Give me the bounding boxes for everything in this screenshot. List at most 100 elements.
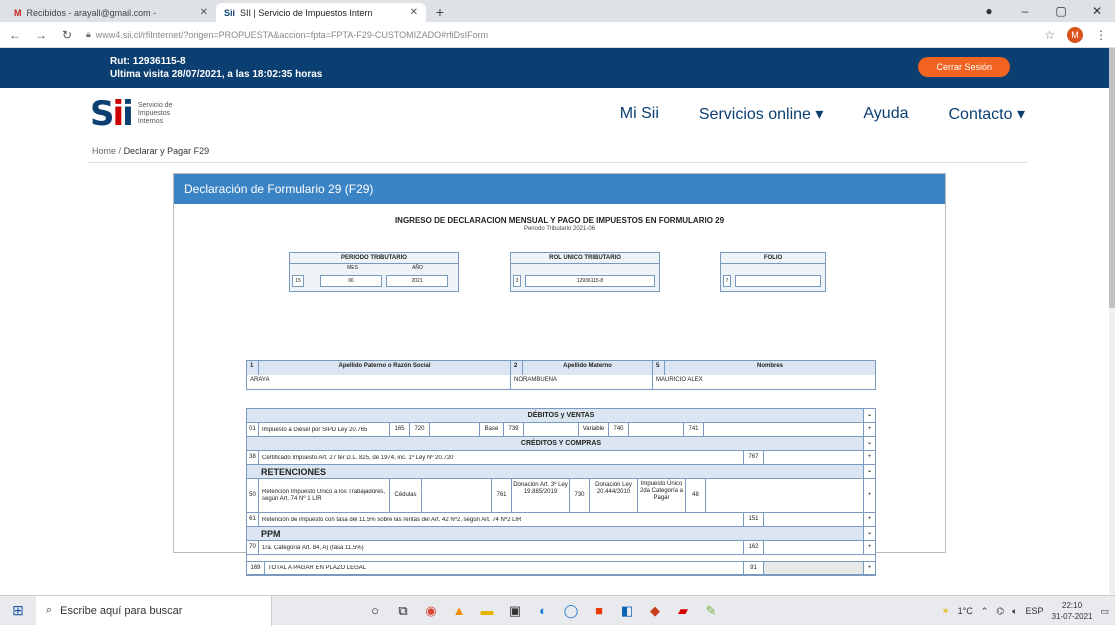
- chevron-down-icon[interactable]: ⌄: [863, 409, 875, 422]
- folio-header: FOLIO: [721, 253, 825, 264]
- network-icon[interactable]: ⌬: [996, 606, 1004, 617]
- close-tab-icon[interactable]: ✕: [200, 7, 208, 18]
- apellido-materno-field[interactable]: NORAMBUENA: [511, 375, 653, 389]
- input-720[interactable]: [429, 423, 479, 436]
- section-ppm[interactable]: PPM ⌄: [247, 527, 875, 541]
- section-retenciones[interactable]: RETENCIONES ⌄: [247, 465, 875, 479]
- sii-favicon-icon: Sii: [224, 8, 235, 18]
- nav-item-contacto[interactable]: Contacto ▾: [948, 104, 1025, 124]
- label-apellido-paterno: Apellido Paterno o Razón Social: [259, 361, 511, 375]
- breadcrumb-separator: /: [119, 146, 122, 156]
- tray-overflow-icon[interactable]: ⌃: [981, 606, 989, 617]
- weather-icon[interactable]: ☀: [942, 606, 950, 617]
- taxpayer-names-table: 1 Apellido Paterno o Razón Social 2 Apel…: [246, 360, 876, 390]
- breadcrumb: Home / Declarar y Pagar F29: [88, 140, 1027, 163]
- input-741[interactable]: [703, 423, 863, 436]
- window-controls: ● – ▢ ✕: [971, 0, 1115, 22]
- section-creditos[interactable]: CRÉDITOS Y COMPRAS ⌄: [247, 437, 875, 451]
- expand-icon[interactable]: +: [863, 562, 875, 574]
- chevron-down-icon[interactable]: ⌄: [863, 465, 875, 478]
- close-tab-icon[interactable]: ✕: [410, 7, 418, 18]
- store-icon[interactable]: ▣: [506, 602, 524, 620]
- outlook-icon[interactable]: ◧: [618, 602, 636, 620]
- input-739[interactable]: [523, 423, 578, 436]
- nombres-field[interactable]: MAURICIO ALEX: [653, 375, 875, 389]
- taskbar-search[interactable]: ⌕ Escribe aquí para buscar: [36, 596, 272, 626]
- folio-box: FOLIO 7: [720, 252, 826, 292]
- sii-logo[interactable]: Sii Servicio de Impuestos Internos: [90, 94, 172, 134]
- task-view-icon[interactable]: ⧉: [394, 602, 412, 620]
- url-field[interactable]: 🔒︎ www4.sii.cl/rfiInternet/?origen=PROPU…: [86, 29, 1032, 40]
- powerpoint-icon[interactable]: ◆: [646, 602, 664, 620]
- browser-tab-gmail[interactable]: M Recibidos - arayall@gmail.com - ✕: [6, 3, 216, 22]
- expand-icon[interactable]: +: [863, 423, 875, 436]
- volume-icon[interactable]: 🔈︎: [1012, 606, 1017, 617]
- pen-icon[interactable]: ✎: [702, 602, 720, 620]
- header-boxes: PERIODO TRIBUTARIO MES AÑO 15 06 2021 RO…: [174, 240, 945, 300]
- rut-field[interactable]: 12936115-8: [525, 275, 655, 287]
- expand-icon[interactable]: +: [863, 513, 875, 526]
- apellido-paterno-field[interactable]: ARAYA: [247, 375, 511, 389]
- browser-tab-sii[interactable]: Sii SII | Servicio de Impuestos Intern ✕: [216, 3, 426, 22]
- line-retencion-unico: 50 Retención Impuesto Único a los Trabaj…: [247, 479, 875, 513]
- chrome-icon[interactable]: ◉: [422, 602, 440, 620]
- breadcrumb-current: Declarar y Pagar F29: [124, 146, 210, 156]
- edge-icon[interactable]: ◐: [534, 602, 552, 620]
- input-cedulas[interactable]: [421, 479, 491, 512]
- cortana-app-icon[interactable]: ◯: [562, 602, 580, 620]
- chevron-down-icon[interactable]: ⌄: [863, 527, 875, 540]
- acrobat-icon[interactable]: ▰: [674, 602, 692, 620]
- bookmark-star-icon[interactable]: ☆: [1044, 28, 1055, 42]
- input-62[interactable]: [763, 541, 863, 554]
- mes-field[interactable]: 06: [320, 275, 382, 287]
- reload-icon[interactable]: ↻: [60, 28, 74, 42]
- forward-icon[interactable]: →: [34, 28, 48, 42]
- ano-field[interactable]: 2021: [386, 275, 448, 287]
- nav-item-mi-sii[interactable]: Mi Sii: [620, 105, 659, 123]
- office-icon[interactable]: ■: [590, 602, 608, 620]
- lock-icon: 🔒︎: [86, 29, 91, 40]
- ano-label: AÑO: [412, 265, 423, 271]
- folio-field[interactable]: [735, 275, 821, 287]
- gmail-icon: M: [14, 8, 22, 18]
- label-nombres: Nombres: [665, 361, 875, 375]
- nav-item-servicios-online[interactable]: Servicios online ▾: [699, 104, 824, 124]
- language-text[interactable]: ESP: [1026, 606, 1044, 616]
- close-window-button[interactable]: ✕: [1079, 4, 1115, 18]
- site-navbar: Sii Servicio de Impuestos Internos Mi Si…: [0, 88, 1115, 140]
- chevron-down-icon[interactable]: ⌄: [863, 437, 875, 450]
- cortana-icon[interactable]: ○: [366, 602, 384, 620]
- page-scrollbar[interactable]: [1109, 48, 1115, 595]
- browser-tab-strip: M Recibidos - arayall@gmail.com - ✕ Sii …: [0, 0, 1115, 22]
- breadcrumb-home[interactable]: Home: [92, 146, 116, 156]
- minimize-button[interactable]: –: [1007, 4, 1043, 18]
- expand-icon[interactable]: +: [863, 451, 875, 464]
- input-151[interactable]: [763, 513, 863, 526]
- input-740[interactable]: [628, 423, 683, 436]
- profile-avatar[interactable]: M: [1067, 27, 1083, 43]
- record-icon[interactable]: ●: [971, 4, 1007, 18]
- expand-icon[interactable]: +: [863, 541, 875, 554]
- folio-code: 7: [723, 275, 731, 287]
- nav-item-ayuda[interactable]: Ayuda: [863, 105, 908, 123]
- notifications-icon[interactable]: ▭: [1100, 606, 1109, 617]
- rut-box: ROL UNICO TRIBUTARIO 3 12936115-8: [510, 252, 660, 292]
- logout-button[interactable]: Cerrar Sesión: [918, 57, 1010, 77]
- windows-start-icon[interactable]: ⊞: [0, 602, 36, 619]
- windows-taskbar: ⊞ ⌕ Escribe aquí para buscar ○ ⧉ ◉ ▲ ▬ ▣…: [0, 595, 1115, 625]
- code-5: 5: [653, 361, 665, 375]
- last-visit-text: Ultima visita 28/07/2021, a las 18:02:35…: [110, 68, 322, 81]
- clock[interactable]: 22:10 31-07-2021: [1052, 600, 1093, 622]
- input-767[interactable]: [763, 451, 863, 464]
- vlc-icon[interactable]: ▲: [450, 602, 468, 620]
- back-icon[interactable]: ←: [8, 28, 22, 42]
- scrollbar-thumb[interactable]: [1109, 48, 1115, 308]
- new-tab-button[interactable]: +: [430, 4, 450, 20]
- input-91[interactable]: [763, 562, 863, 574]
- section-debitos[interactable]: DÉBITOS y VENTAS ⌄: [247, 409, 875, 423]
- browser-menu-icon[interactable]: ⋮: [1095, 28, 1107, 42]
- maximize-button[interactable]: ▢: [1043, 4, 1079, 18]
- input-48[interactable]: [705, 479, 863, 512]
- folder-icon[interactable]: ▬: [478, 602, 496, 620]
- expand-icon[interactable]: +: [863, 479, 875, 512]
